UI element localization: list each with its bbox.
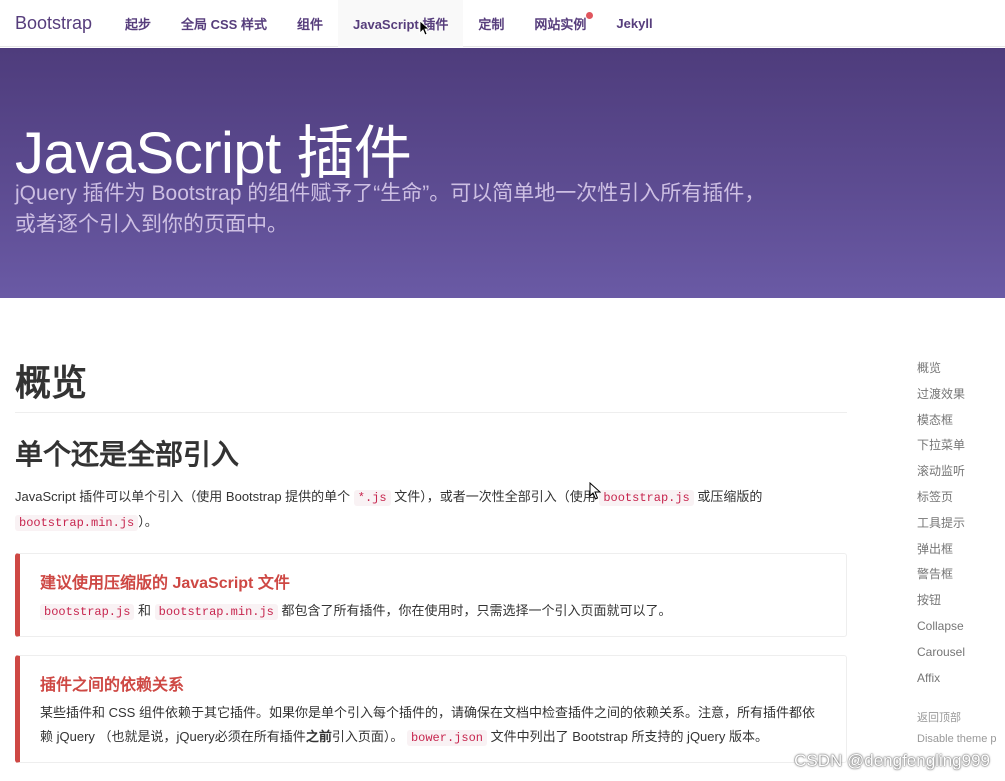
nav-item-components[interactable]: 组件 (282, 0, 338, 47)
page-header-banner: JavaScript 插件 jQuery 插件为 Bootstrap 的组件赋予… (0, 48, 1005, 298)
nav-item-jekyll[interactable]: Jekyll (601, 0, 667, 47)
sidebar-item-overview[interactable]: 概览 (905, 356, 1005, 382)
sidebar-item-buttons[interactable]: 按钮 (905, 588, 1005, 614)
sidebar-item-carousel[interactable]: Carousel (905, 640, 1005, 666)
intro-text-1: JavaScript 插件可以单个引入（使用 Bootstrap 提供的单个 (15, 489, 354, 504)
code-js-glob: *.js (353, 490, 391, 506)
callout-dependencies-title: 插件之间的依赖关系 (40, 677, 185, 694)
code-bootstrap-js: bootstrap.js (40, 604, 135, 620)
code-bootstrap-min-js: bootstrap.min.js (15, 515, 139, 531)
nav-item-examples-label: 网站实例 (534, 16, 587, 32)
callout-minified: 建议使用压缩版的 JavaScript 文件 bootstrap.js 和 bo… (15, 553, 847, 637)
nav-item-javascript[interactable]: JavaScript 插件 (338, 0, 464, 47)
nav-item-getting-started[interactable]: 起步 (110, 0, 166, 47)
callout-minified-body: bootstrap.js 和 bootstrap.min.js 都包含了所有插件… (40, 599, 826, 624)
nav-item-css[interactable]: 全局 CSS 样式 (166, 0, 282, 47)
watermark: CSDN @dengfengling999 (794, 751, 990, 770)
main-content: 概览 单个还是全部引入 JavaScript 插件可以单个引入（使用 Boots… (15, 340, 847, 763)
sidebar-item-alerts[interactable]: 警告框 (905, 562, 1005, 588)
code-bootstrap-js: bootstrap.js (599, 490, 694, 506)
sidebar-item-popovers[interactable]: 弹出框 (905, 537, 1005, 563)
sidebar-item-affix[interactable]: Affix (905, 666, 1005, 692)
code-bower-json: bower.json (406, 730, 487, 746)
callout-dependencies: 插件之间的依赖关系 某些插件和 CSS 组件依赖于其它插件。如果你是单个引入每个… (15, 655, 847, 763)
sidebar-item-tooltips[interactable]: 工具提示 (905, 511, 1005, 537)
sidebar-item-transitions[interactable]: 过渡效果 (905, 382, 1005, 408)
back-to-top-link[interactable]: 返回顶部 (905, 705, 1005, 729)
page-subtitle: jQuery 插件为 Bootstrap 的组件赋予了“生命”。可以简单地一次性… (15, 182, 766, 236)
section-heading-overview: 概览 (15, 354, 847, 413)
callout-dependencies-strong: 之前 (305, 729, 332, 744)
sidebar-item-modals[interactable]: 模态框 (905, 408, 1005, 434)
callout-minified-text-1: 和 (134, 603, 155, 618)
intro-text-2: 文件），或者一次性全部引入（使用 (390, 489, 600, 504)
nav-item-customize[interactable]: 定制 (463, 0, 519, 47)
sidebar-item-collapse[interactable]: Collapse (905, 614, 1005, 640)
sidebar-item-dropdowns[interactable]: 下拉菜单 (905, 433, 1005, 459)
nav-menu: 起步 全局 CSS 样式 组件 JavaScript 插件 定制 网站实例 Je… (110, 0, 668, 47)
intro-paragraph: JavaScript 插件可以单个引入（使用 Bootstrap 提供的单个 *… (15, 485, 847, 535)
code-bootstrap-min-js: bootstrap.min.js (154, 604, 278, 620)
callout-dependencies-text-3: 文件中列出了 Bootstrap 所支持的 jQuery 版本。 (486, 729, 768, 744)
brand-link[interactable]: Bootstrap (0, 13, 110, 34)
sidebar-item-scrollspy[interactable]: 滚动监听 (905, 459, 1005, 485)
callout-minified-text-2: 都包含了所有插件，你在使用时，只需选择一个引入页面就可以了。 (277, 603, 672, 618)
top-navbar: Bootstrap 起步 全局 CSS 样式 组件 JavaScript 插件 … (0, 0, 1005, 47)
section-heading-single-or-all: 单个还是全部引入 (15, 439, 240, 470)
mouse-cursor-icon (419, 20, 429, 36)
nav-item-examples[interactable]: 网站实例 (519, 0, 601, 47)
callout-minified-title: 建议使用压缩版的 JavaScript 文件 (40, 575, 290, 592)
callout-dependencies-body: 某些插件和 CSS 组件依赖于其它插件。如果你是单个引入每个插件的，请确保在文档… (40, 701, 826, 750)
callout-dependencies-text-2: 引入页面）。 (331, 729, 407, 744)
mouse-cursor-icon (589, 482, 601, 500)
notification-dot (586, 11, 594, 19)
theme-toggle-link[interactable]: Disable theme p (905, 729, 1005, 749)
sidebar-item-tabs[interactable]: 标签页 (905, 485, 1005, 511)
docs-sidebar: 概览 过渡效果 模态框 下拉菜单 滚动监听 标签页 工具提示 弹出框 警告框 按… (905, 356, 1005, 749)
intro-text-4: ）。 (138, 514, 158, 529)
intro-text-3: 或压缩版的 (693, 489, 763, 504)
